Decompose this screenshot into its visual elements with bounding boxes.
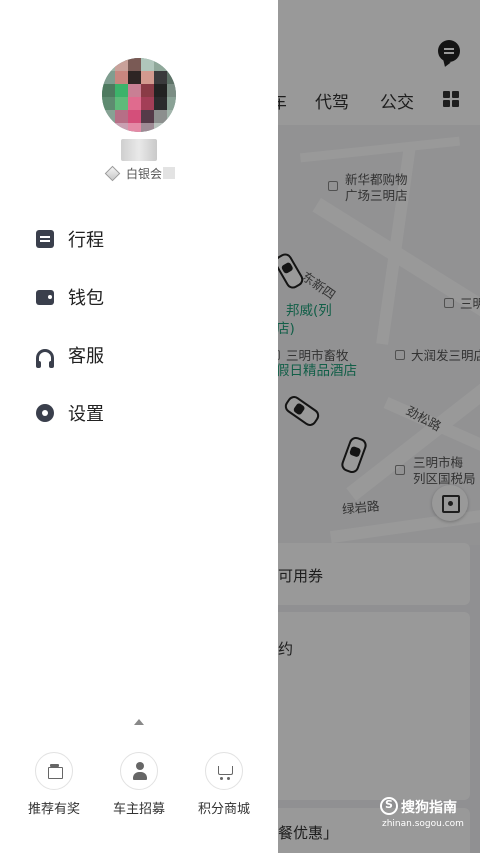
cart-icon — [205, 752, 243, 790]
referral-reward-label: 推荐有奖 — [27, 802, 80, 817]
driver-recruit-button[interactable]: 车主招募 — [99, 752, 179, 817]
menu-item-label: 钱包 — [68, 288, 104, 309]
driver-icon — [120, 752, 158, 790]
gear-icon — [36, 404, 54, 422]
chevron-up-icon[interactable] — [134, 719, 144, 725]
wallet-icon — [36, 290, 54, 305]
username-blurred — [121, 139, 157, 161]
watermark-subtitle: zhinan.sogou.com — [382, 819, 464, 829]
points-mall-button[interactable]: 积分商城 — [184, 752, 264, 817]
sogou-logo-icon — [380, 797, 398, 815]
avatar[interactable] — [102, 58, 176, 132]
menu-item-trips[interactable]: 行程 — [36, 219, 256, 259]
menu-item-label: 客服 — [68, 346, 104, 367]
menu-item-label: 行程 — [68, 230, 104, 251]
side-drawer: 白银会 行程 钱包 客服 设置 推荐有奖 车主招募 积分商城 — [0, 0, 278, 853]
menu-item-label: 设置 — [68, 404, 104, 425]
headset-icon — [36, 349, 54, 368]
member-level-label: 白银会 — [126, 166, 163, 181]
watermark: 搜狗指南 zhinan.sogou.com — [380, 797, 464, 829]
menu-item-wallet[interactable]: 钱包 — [36, 277, 256, 317]
watermark-title: 搜狗指南 — [401, 800, 457, 816]
member-badge[interactable]: 白银会 — [104, 164, 176, 182]
menu-item-customer-service[interactable]: 客服 — [36, 335, 256, 375]
gift-icon — [35, 752, 73, 790]
trip-icon — [36, 230, 54, 248]
diamond-icon — [104, 165, 121, 181]
driver-recruit-label: 车主招募 — [112, 802, 165, 817]
referral-reward-button[interactable]: 推荐有奖 — [14, 752, 94, 817]
points-mall-label: 积分商城 — [197, 802, 250, 817]
menu-item-settings[interactable]: 设置 — [36, 393, 256, 433]
